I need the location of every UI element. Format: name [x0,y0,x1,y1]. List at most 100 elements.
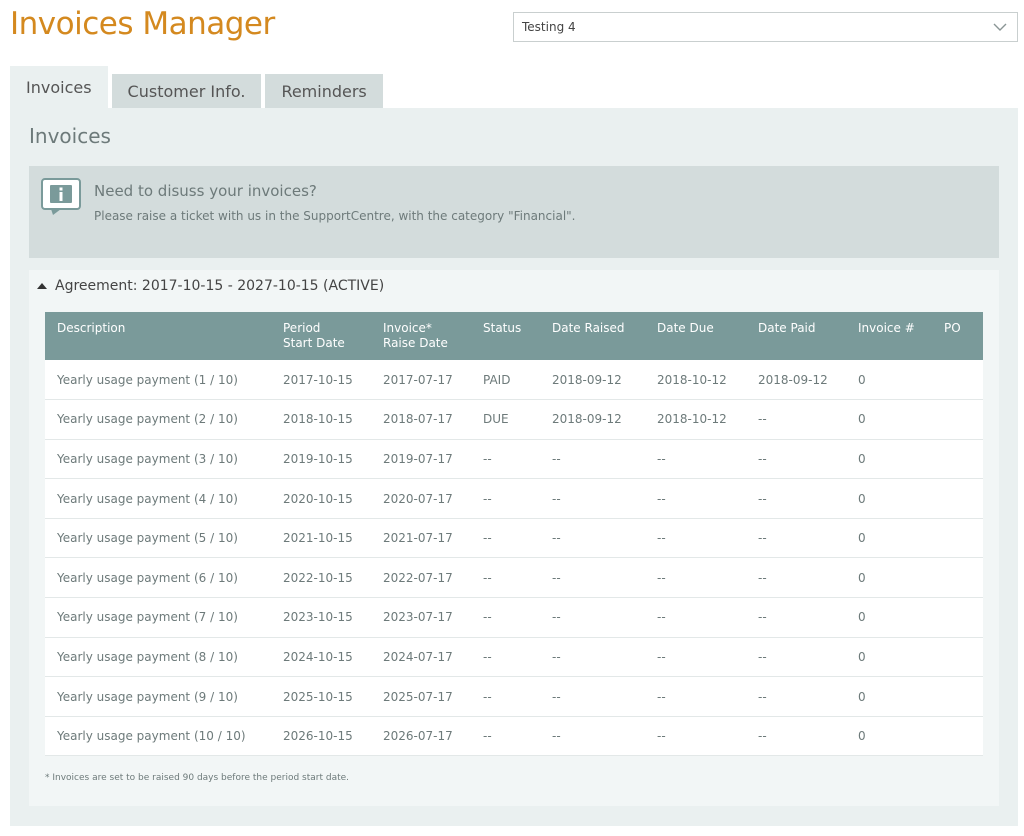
cell-status: PAID [483,372,511,387]
table-row[interactable]: Yearly usage payment (4 / 10) 2020-10-15 2… [45,478,983,519]
col-invoice-number[interactable]: Invoice # [846,312,932,360]
table-row[interactable]: Yearly usage payment (8 / 10) 2024-10-15 2… [45,637,983,677]
cell-period-start: 2023-10-15 [283,610,353,625]
invoices-panel: Invoices Need to disuss your invoices? P… [10,108,1018,826]
cell-po [932,479,983,519]
cell-status: -- [483,689,492,704]
cell-description: Yearly usage payment (2 / 10) [57,412,238,427]
col-date-raised[interactable]: Date Raised [540,312,645,360]
col-raise-date[interactable]: Invoice* Raise Date [371,312,471,360]
cell-date-raised: -- [552,729,561,744]
cell-description: Yearly usage payment (6 / 10) [57,570,238,585]
account-select[interactable]: Testing 4 [513,12,1018,42]
table-row[interactable]: Yearly usage payment (5 / 10) 2021-10-15 2… [45,518,983,558]
cell-status: -- [483,491,492,506]
table-row[interactable]: Yearly usage payment (3 / 10) 2019-10-15 2… [45,439,983,479]
cell-invoice-number: 0 [858,372,866,387]
footnote: * Invoices are set to be raised 90 days … [45,773,350,783]
cell-po [932,598,983,638]
agreement-toggle[interactable]: Agreement: 2017-10-15 - 2027-10-15 (ACTI… [37,276,384,296]
cell-date-raised: -- [552,689,561,704]
col-date-paid[interactable]: Date Paid [746,312,846,360]
cell-status: -- [483,570,492,585]
agreement-section: Agreement: 2017-10-15 - 2027-10-15 (ACTI… [29,270,999,806]
caret-up-icon [37,283,47,289]
cell-date-due: -- [657,531,666,546]
col-po[interactable]: PO [932,312,983,360]
cell-invoice-number: 0 [858,610,866,625]
page-title: Invoices [29,124,111,148]
invoices-table-body: Yearly usage payment (1 / 10) 2017-10-15 2… [45,360,983,756]
col-status[interactable]: Status [471,312,540,360]
cell-raise-date: 2024-07-17 [383,649,453,664]
table-row[interactable]: Yearly usage payment (9 / 10) 2025-10-15 2… [45,676,983,717]
cell-date-paid: -- [758,570,767,585]
cell-raise-date: 2019-07-17 [383,451,453,466]
col-description[interactable]: Description [45,312,271,360]
cell-period-start: 2020-10-15 [283,491,353,506]
info-notice: Need to disuss your invoices? Please rai… [29,166,999,258]
cell-status: -- [483,610,492,625]
table-row[interactable]: Yearly usage payment (2 / 10) 2018-10-15 2… [45,399,983,440]
tab-reminders[interactable]: Reminders [265,74,383,108]
col-period-start[interactable]: Period Start Date [271,312,371,360]
table-header-row: Description Period Start Date Invoice* Rai… [45,312,983,360]
cell-date-paid: 2018-09-12 [758,372,828,387]
table-row[interactable]: Yearly usage payment (1 / 10) 2017-10-15 2… [45,360,983,400]
cell-description: Yearly usage payment (5 / 10) [57,531,238,546]
cell-invoice-number: 0 [858,649,866,664]
cell-description: Yearly usage payment (4 / 10) [57,491,238,506]
cell-period-start: 2019-10-15 [283,451,353,466]
cell-description: Yearly usage payment (8 / 10) [57,649,238,664]
cell-date-paid: -- [758,610,767,625]
col-date-due[interactable]: Date Due [645,312,746,360]
cell-period-start: 2022-10-15 [283,570,353,585]
cell-date-due: 2018-10-12 [657,372,727,387]
cell-date-paid: -- [758,649,767,664]
table-row[interactable]: Yearly usage payment (7 / 10) 2023-10-15 2… [45,597,983,638]
cell-raise-date: 2020-07-17 [383,491,453,506]
cell-po [932,637,983,677]
notice-body: Please raise a ticket with us in the Sup… [94,209,576,223]
cell-raise-date: 2026-07-17 [383,729,453,744]
cell-invoice-number: 0 [858,451,866,466]
cell-description: Yearly usage payment (3 / 10) [57,451,238,466]
cell-status: -- [483,649,492,664]
cell-date-paid: -- [758,531,767,546]
cell-date-raised: -- [552,491,561,506]
cell-description: Yearly usage payment (9 / 10) [57,689,238,704]
cell-date-raised: 2018-09-12 [552,412,622,427]
cell-status: -- [483,451,492,466]
cell-po [932,360,983,400]
cell-date-due: -- [657,491,666,506]
cell-po [932,439,983,479]
cell-invoice-number: 0 [858,491,866,506]
notice-title: Need to disuss your invoices? [94,182,317,200]
table-row[interactable]: Yearly usage payment (10 / 10) 2026-10-15… [45,716,983,756]
cell-date-paid: -- [758,491,767,506]
invoices-table: Description Period Start Date Invoice* Rai… [45,312,983,756]
cell-date-raised: -- [552,451,561,466]
cell-description: Yearly usage payment (7 / 10) [57,610,238,625]
cell-invoice-number: 0 [858,570,866,585]
cell-date-raised: -- [552,531,561,546]
cell-date-raised: 2018-09-12 [552,372,622,387]
tab-invoices[interactable]: Invoices [10,66,108,108]
cell-po [932,400,983,440]
tab-customer-info[interactable]: Customer Info. [111,74,262,108]
cell-raise-date: 2023-07-17 [383,610,453,625]
cell-status: -- [483,729,492,744]
cell-date-paid: -- [758,451,767,466]
cell-period-start: 2025-10-15 [283,689,353,704]
table-row[interactable]: Yearly usage payment (6 / 10) 2022-10-15 2… [45,557,983,598]
cell-invoice-number: 0 [858,531,866,546]
cell-date-due: -- [657,570,666,585]
chevron-down-icon [993,23,1007,31]
cell-status: DUE [483,412,509,427]
cell-date-due: -- [657,451,666,466]
cell-date-raised: -- [552,610,561,625]
cell-invoice-number: 0 [858,412,866,427]
cell-period-start: 2018-10-15 [283,412,353,427]
cell-period-start: 2024-10-15 [283,649,353,664]
cell-po [932,677,983,717]
